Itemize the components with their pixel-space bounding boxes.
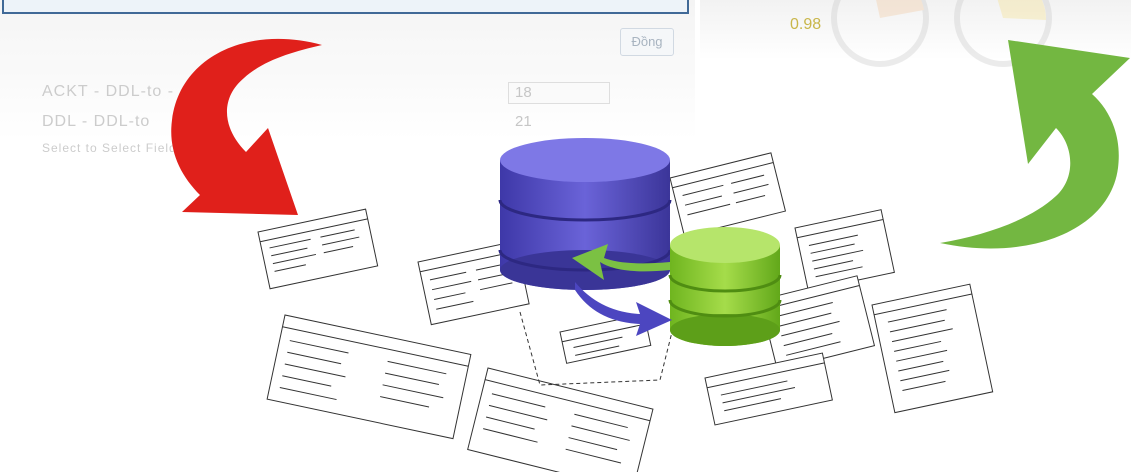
- schema-table-card: [871, 283, 994, 414]
- schema-table-card: [704, 352, 833, 426]
- red-curved-arrow-icon: [171, 38, 322, 215]
- small-database-icon: [668, 227, 782, 346]
- database-schema-illustration: [171, 0, 1130, 472]
- schema-table-card: [669, 152, 787, 237]
- schema-table-card: [467, 367, 654, 472]
- green-curved-arrow-icon: [940, 40, 1130, 249]
- schema-table-card: [266, 314, 472, 440]
- schema-table-card: [257, 208, 379, 290]
